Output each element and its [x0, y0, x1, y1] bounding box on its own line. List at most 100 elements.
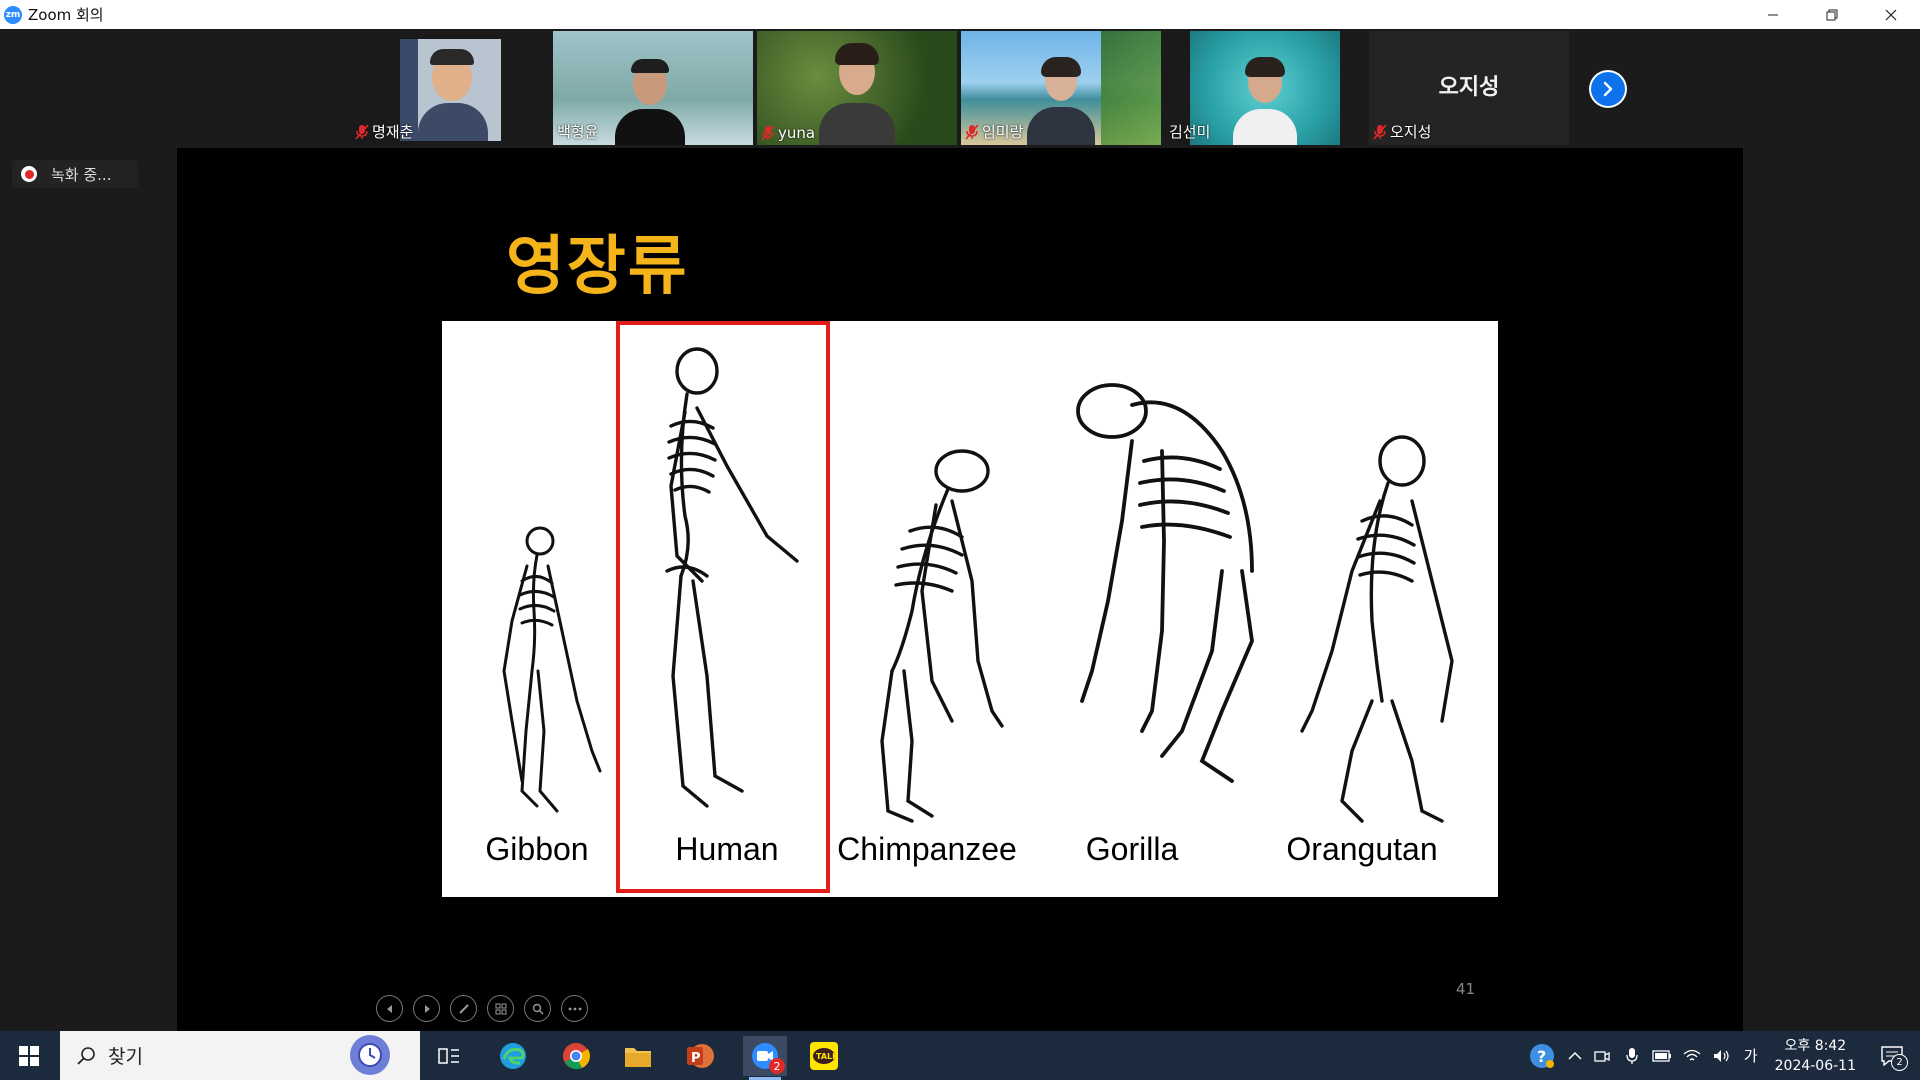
- volume-tray-button[interactable]: [1707, 1041, 1737, 1071]
- powerpoint-taskbar-button[interactable]: P: [680, 1036, 720, 1076]
- participant-video: [400, 39, 501, 141]
- restore-icon: [1826, 9, 1837, 20]
- participant-tile[interactable]: 임미랑: [961, 31, 1161, 145]
- svg-text:TALK: TALK: [816, 1052, 839, 1061]
- close-button[interactable]: [1861, 0, 1920, 29]
- notification-count-badge: 2: [1891, 1054, 1908, 1071]
- next-slide-button[interactable]: [413, 995, 440, 1022]
- primate-skeleton-figure: Gibbon Human Chimpanzee Gorilla Oranguta…: [442, 321, 1498, 897]
- shared-screen: 영장류 Gibbon Human Chimpanzee Gorilla Oran…: [177, 148, 1743, 1032]
- battery-icon: [1651, 1049, 1671, 1062]
- triangle-right-icon: [424, 1004, 430, 1013]
- svg-text:P: P: [691, 1051, 701, 1066]
- windows-taskbar: 찾기 P 2 TALK ? 가 오후 8:42 2024-06-11 2: [0, 1031, 1920, 1080]
- participant-tile[interactable]: 백형윤: [553, 31, 753, 145]
- slide-page-number: 41: [1456, 980, 1476, 998]
- participant-name-text: 김선미: [1169, 123, 1211, 141]
- wifi-icon: [1683, 1049, 1701, 1060]
- powerpoint-icon: P: [687, 1044, 714, 1068]
- zoom-app-icon: zm: [4, 5, 22, 24]
- clock-date: 2024-06-11: [1774, 1057, 1856, 1074]
- participant-name: 임미랑: [965, 121, 1023, 142]
- taskbar-clock[interactable]: 오후 8:42 2024-06-11: [1775, 1036, 1856, 1076]
- file-explorer-taskbar-button[interactable]: [618, 1036, 658, 1076]
- participant-name-text: 명재춘: [372, 123, 414, 141]
- gallery-next-page-button[interactable]: [1589, 70, 1627, 108]
- recording-indicator[interactable]: 녹화 중...: [12, 160, 138, 188]
- search-highlight-clock-icon: [350, 1035, 390, 1075]
- highlight-box: [616, 321, 830, 893]
- mic-muted-icon: [965, 123, 979, 140]
- kakaotalk-taskbar-button[interactable]: TALK: [804, 1036, 844, 1076]
- restore-button[interactable]: [1802, 0, 1861, 29]
- pen-tool-button[interactable]: [450, 995, 477, 1022]
- microphone-icon: [1625, 1047, 1638, 1064]
- folder-icon: [625, 1048, 651, 1067]
- previous-slide-button[interactable]: [376, 995, 403, 1022]
- chrome-taskbar-button[interactable]: [556, 1036, 596, 1076]
- system-tray: ? 가 오후 8:42 2024-06-11 2: [1527, 1031, 1920, 1080]
- participant-name: 김선미: [1169, 121, 1210, 142]
- figure-label-gibbon: Gibbon: [485, 831, 589, 867]
- ellipsis-icon: [568, 1007, 581, 1010]
- close-icon: [1885, 9, 1896, 20]
- recording-label: 녹화 중...: [51, 165, 112, 184]
- chimpanzee-skeleton: [880, 449, 1004, 823]
- taskbar-search-box[interactable]: 찾기: [60, 1031, 420, 1080]
- figure-label-gorilla: Gorilla: [1085, 831, 1179, 867]
- edge-icon: [500, 1043, 526, 1069]
- pen-icon: [458, 1003, 469, 1014]
- battery-tray-button[interactable]: [1647, 1041, 1677, 1071]
- participant-name-text: 오지성: [1390, 123, 1432, 141]
- participant-display-name: 오지성: [1438, 75, 1500, 100]
- window-titlebar: zm Zoom 회의: [0, 0, 1920, 29]
- speaker-icon: [1713, 1049, 1729, 1062]
- zoom-taskbar-button[interactable]: 2: [743, 1036, 787, 1080]
- wifi-tray-button[interactable]: [1677, 1041, 1707, 1071]
- participant-gallery: 명재춘 백형윤 yuna 임미랑 김선미 오지성 오지성: [0, 29, 1920, 148]
- minimize-button[interactable]: [1743, 0, 1802, 29]
- participant-name-text: 임미랑: [982, 123, 1024, 141]
- zoom-slide-button[interactable]: [524, 995, 551, 1022]
- magnifier-icon: [532, 1003, 543, 1014]
- participant-name: 명재춘: [355, 121, 413, 142]
- participant-tile[interactable]: yuna: [757, 31, 957, 145]
- participant-tile[interactable]: 오지성 오지성: [1369, 31, 1569, 145]
- start-button[interactable]: [0, 1031, 58, 1080]
- windows-logo-icon: [19, 1045, 39, 1066]
- participant-name: 백형윤: [557, 121, 598, 142]
- slide-title: 영장류: [506, 230, 689, 304]
- svg-text:?: ?: [1537, 1047, 1546, 1066]
- help-tray-button[interactable]: ?: [1527, 1041, 1557, 1071]
- mic-muted-icon: [355, 123, 369, 140]
- search-placeholder: 찾기: [108, 1046, 143, 1068]
- figure-label-orangutan: Orangutan: [1286, 831, 1438, 867]
- clock-time: 오후 8:42: [1784, 1037, 1847, 1054]
- mic-muted-icon: [1373, 123, 1387, 140]
- figure-label-chimpanzee: Chimpanzee: [837, 831, 1017, 867]
- participant-tile[interactable]: 김선미: [1165, 31, 1365, 145]
- microphone-tray-button[interactable]: [1617, 1041, 1647, 1071]
- kakaotalk-icon: TALK: [810, 1042, 839, 1070]
- chevron-up-icon: [1568, 1051, 1582, 1060]
- chrome-icon: [563, 1043, 591, 1070]
- slide-grid-button[interactable]: [487, 995, 514, 1022]
- task-view-icon: [438, 1048, 459, 1064]
- ime-indicator[interactable]: 가: [1737, 1041, 1765, 1071]
- notification-center-button[interactable]: 2: [1872, 1031, 1912, 1080]
- orangutan-skeleton: [1300, 435, 1454, 823]
- gibbon-skeleton: [502, 526, 602, 813]
- show-hidden-icons-button[interactable]: [1563, 1041, 1587, 1071]
- participant-name-text: 백형윤: [557, 123, 599, 141]
- mic-muted-icon: [761, 125, 775, 141]
- task-view-button[interactable]: [429, 1036, 469, 1076]
- edge-taskbar-button[interactable]: [493, 1036, 533, 1076]
- meet-now-tray-button[interactable]: [1587, 1041, 1617, 1071]
- camera-icon: [1593, 1050, 1610, 1062]
- search-icon: [77, 1046, 95, 1065]
- participant-tile[interactable]: 명재춘: [351, 31, 551, 145]
- window-title: Zoom 회의: [28, 6, 104, 24]
- chevron-right-icon: [1603, 81, 1613, 97]
- more-options-button[interactable]: [561, 995, 588, 1022]
- grid-icon: [495, 1003, 506, 1014]
